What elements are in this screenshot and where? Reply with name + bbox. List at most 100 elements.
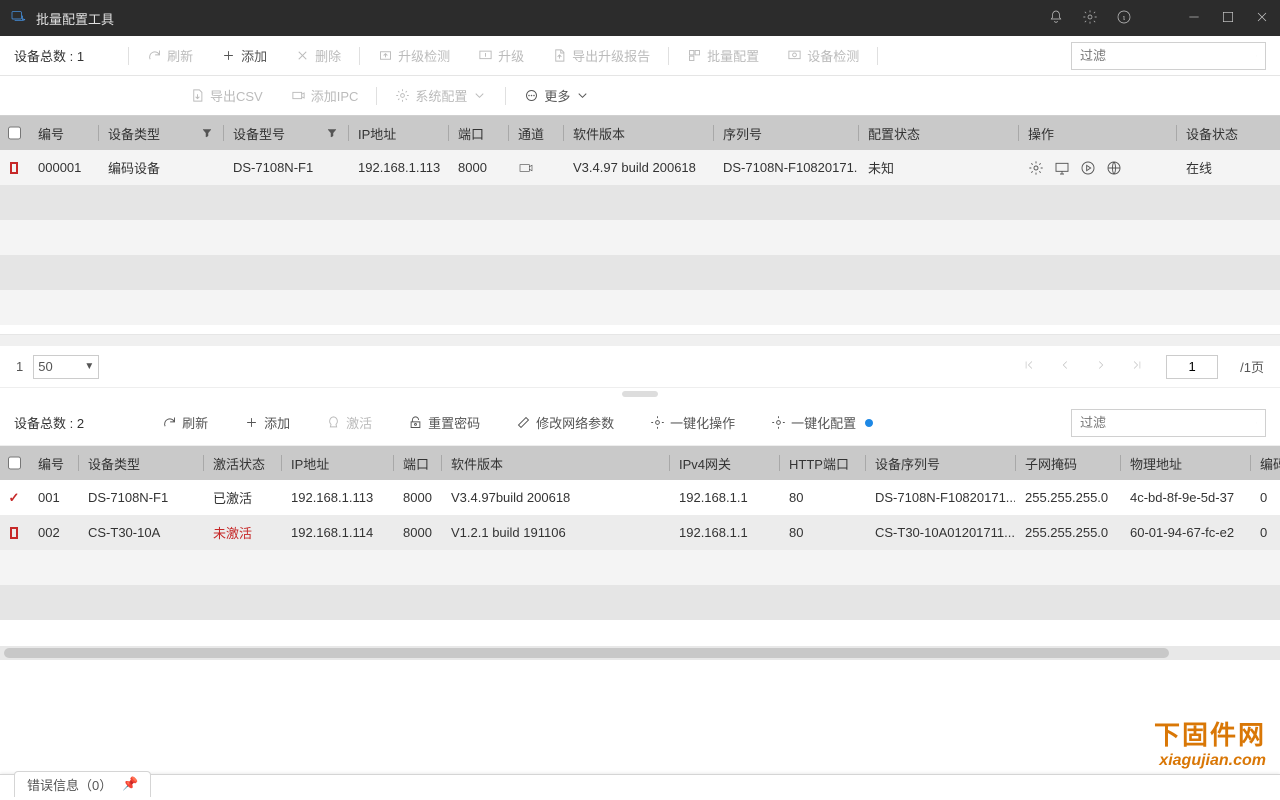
monitor-icon[interactable] <box>1054 160 1070 176</box>
lcol-mask[interactable]: 子网掩码 <box>1015 454 1120 473</box>
upper-hscrollbar[interactable] <box>0 334 1280 346</box>
lcol-id[interactable]: 编号 <box>28 454 78 473</box>
lcol-gw[interactable]: IPv4网关 <box>669 454 779 473</box>
error-info-label: 错误信息（0） <box>27 775 112 794</box>
maximize-icon[interactable] <box>1220 9 1236 28</box>
col-ops[interactable]: 操作 <box>1018 124 1176 143</box>
status-bar: 错误信息（0） 📌 <box>0 774 1280 800</box>
more-button[interactable]: 更多 <box>516 82 598 109</box>
add-button[interactable]: 添加 <box>213 42 275 69</box>
lcol-port[interactable]: 端口 <box>393 454 441 473</box>
table-row <box>0 290 1280 325</box>
lower-filter-input[interactable] <box>1071 409 1266 437</box>
next-page-icon[interactable] <box>1094 358 1108 375</box>
minimize-icon[interactable] <box>1186 9 1202 28</box>
delete-button[interactable]: 删除 <box>287 42 349 69</box>
first-page-icon[interactable] <box>1022 358 1036 375</box>
cell: 0 <box>1250 490 1280 505</box>
col-ip[interactable]: IP地址 <box>348 124 448 143</box>
reset-pwd-button[interactable]: 重置密码 <box>400 409 488 436</box>
onekey-op-button[interactable]: 一键化操作 <box>642 409 743 436</box>
export-report-button[interactable]: 导出升级报告 <box>544 42 658 69</box>
cell: 80 <box>779 490 865 505</box>
col-id[interactable]: 编号 <box>28 124 98 143</box>
batch-config-button[interactable]: 批量配置 <box>679 42 767 69</box>
col-channel[interactable]: 通道 <box>508 124 563 143</box>
col-cfgstatus[interactable]: 配置状态 <box>858 124 1018 143</box>
page-size-select[interactable]: 50▼ <box>33 355 99 379</box>
upper-toolbar: 设备总数 : 1 刷新 添加 删除 升级检测 升级 导出升级报告 批量配置 设备… <box>0 36 1280 76</box>
lcol-type[interactable]: 设备类型 <box>78 454 203 473</box>
info-icon[interactable] <box>1116 9 1132 28</box>
watermark: 下固件网 xiagujian.com <box>1154 715 1266 770</box>
lower-toolbar: 设备总数 : 2 刷新 添加 激活 重置密码 修改网络参数 一键化操作 一键化配… <box>0 400 1280 446</box>
onekey-cfg-button[interactable]: 一键化配置 <box>763 409 881 436</box>
cell-cfgstatus: 未知 <box>858 158 1018 177</box>
cell-channel[interactable] <box>508 160 563 176</box>
refresh-button[interactable]: 刷新 <box>139 42 201 69</box>
activate-button[interactable]: 激活 <box>318 409 380 436</box>
col-port[interactable]: 端口 <box>448 124 508 143</box>
cell: 8000 <box>393 525 441 540</box>
splitter-handle[interactable] <box>0 388 1280 400</box>
device-check-button[interactable]: 设备检测 <box>779 42 867 69</box>
cell-id: 000001 <box>28 160 98 175</box>
page-input[interactable] <box>1166 355 1218 379</box>
error-info-tab[interactable]: 错误信息（0） 📌 <box>14 771 151 797</box>
lcol-enc[interactable]: 编码 <box>1250 454 1280 473</box>
filter-icon[interactable] <box>326 127 338 139</box>
table-row[interactable]: ✓ 001 DS-7108N-F1 已激活 192.168.1.113 8000… <box>0 480 1280 515</box>
col-sw[interactable]: 软件版本 <box>563 124 713 143</box>
pin-icon[interactable]: 📌 <box>122 776 138 792</box>
cell: DS-7108N-F1 <box>78 490 203 505</box>
upper-device-total: 设备总数 : 1 <box>14 46 84 65</box>
lcol-mac[interactable]: 物理地址 <box>1120 454 1250 473</box>
prev-page-icon[interactable] <box>1058 358 1072 375</box>
table-row[interactable]: 000001 编码设备 DS-7108N-F1 192.168.1.113 80… <box>0 150 1280 185</box>
lower-refresh-button[interactable]: 刷新 <box>154 409 216 436</box>
app-icon <box>10 9 28 27</box>
table-row[interactable]: 002 CS-T30-10A 未激活 192.168.1.114 8000 V1… <box>0 515 1280 550</box>
cell: V3.4.97build 200618 <box>441 490 669 505</box>
row-checkbox[interactable] <box>10 162 18 174</box>
lcol-http[interactable]: HTTP端口 <box>779 454 865 473</box>
col-model[interactable]: 设备型号 <box>223 124 348 143</box>
pager-page: 1 <box>16 359 23 374</box>
globe-icon[interactable] <box>1106 160 1122 176</box>
close-icon[interactable] <box>1254 9 1270 28</box>
cell: 001 <box>28 490 78 505</box>
filter-icon[interactable] <box>201 127 213 139</box>
sys-config-button[interactable]: 系统配置 <box>387 82 495 109</box>
last-page-icon[interactable] <box>1130 358 1144 375</box>
lcol-ip[interactable]: IP地址 <box>281 454 393 473</box>
chevron-down-icon <box>575 88 590 103</box>
cell-serial: DS-7108N-F10820171... <box>713 160 858 175</box>
upgrade-check-button[interactable]: 升级检测 <box>370 42 458 69</box>
gear-icon[interactable] <box>1028 160 1044 176</box>
play-icon[interactable] <box>1080 160 1096 176</box>
col-serial[interactable]: 序列号 <box>713 124 858 143</box>
mod-net-button[interactable]: 修改网络参数 <box>508 409 622 436</box>
lcol-serial[interactable]: 设备序列号 <box>865 454 1015 473</box>
cell: 255.255.255.0 <box>1015 490 1120 505</box>
export-csv-button[interactable]: 导出CSV <box>182 82 271 109</box>
col-type[interactable]: 设备类型 <box>98 124 223 143</box>
upgrade-button[interactable]: 升级 <box>470 42 532 69</box>
row-checkbox[interactable] <box>10 527 18 539</box>
lower-hscrollbar[interactable] <box>0 646 1280 660</box>
select-all-checkbox[interactable] <box>0 126 28 140</box>
cell: 8000 <box>393 490 441 505</box>
add-ipc-button[interactable]: 添加IPC <box>283 82 367 109</box>
lcol-act[interactable]: 激活状态 <box>203 454 281 473</box>
cell: 已激活 <box>203 488 281 507</box>
lower-add-button[interactable]: 添加 <box>236 409 298 436</box>
search-icon <box>1256 49 1257 63</box>
gear-icon[interactable] <box>1082 9 1098 28</box>
row-checkbox[interactable]: ✓ <box>9 490 20 506</box>
select-all-checkbox[interactable] <box>0 456 28 470</box>
col-devstatus[interactable]: 设备状态 <box>1176 124 1256 143</box>
cell-port: 8000 <box>448 160 508 175</box>
lcol-sw[interactable]: 软件版本 <box>441 454 669 473</box>
upper-filter-input[interactable] <box>1071 42 1266 70</box>
bell-icon[interactable] <box>1048 9 1064 28</box>
